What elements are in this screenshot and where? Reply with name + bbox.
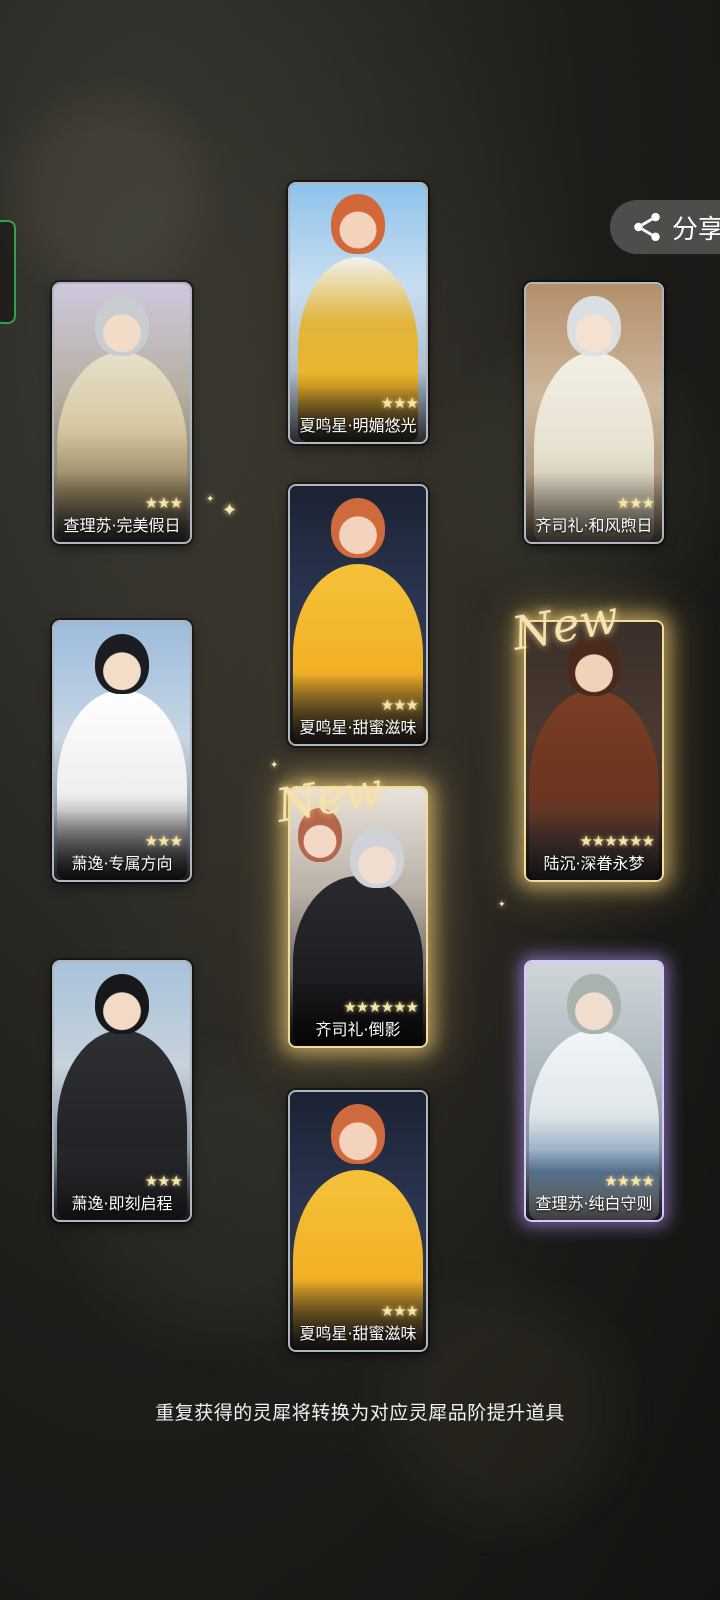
card-item[interactable]: ★★★ 查理苏·完美假日 — [52, 282, 192, 544]
card-item[interactable]: ★★★ 夏鸣星·甜蜜滋味 — [288, 484, 428, 746]
card-name: 陆沉·深眷永梦 — [543, 854, 645, 873]
card-item[interactable]: ★★★ 萧逸·专属方向 — [52, 620, 192, 882]
rarity-stars: ★★★ — [616, 494, 655, 512]
card-name: 萧逸·专属方向 — [71, 854, 173, 873]
share-button[interactable]: 分享 — [610, 200, 720, 254]
sparkle-icon: ✦ — [206, 494, 215, 505]
rarity-stars: ★★★★★★ — [343, 998, 419, 1016]
card-name: 夏鸣星·甜蜜滋味 — [299, 1324, 417, 1343]
sparkle-icon: ✦ — [270, 760, 279, 771]
card-name: 查理苏·完美假日 — [63, 516, 181, 535]
card-name: 萧逸·即刻启程 — [71, 1194, 173, 1213]
card-item[interactable]: ★★★ 夏鸣星·明媚悠光 — [288, 182, 428, 444]
rarity-stars: ★★★ — [380, 1302, 419, 1320]
rarity-stars: ★★★ — [380, 696, 419, 714]
card-item[interactable]: ★★★ 夏鸣星·甜蜜滋味 — [288, 1090, 428, 1352]
card-item[interactable]: ★★★★ 查理苏·纯白守则 — [524, 960, 664, 1222]
side-tab-handle[interactable] — [0, 220, 16, 324]
rarity-stars: ★★★★ — [604, 1172, 655, 1190]
card-name: 齐司礼·和风煦日 — [535, 516, 653, 535]
rarity-stars: ★★★ — [380, 394, 419, 412]
card-item[interactable]: ★★★★★★ 陆沉·深眷永梦 — [524, 620, 664, 882]
card-name: 夏鸣星·甜蜜滋味 — [299, 718, 417, 737]
share-label: 分享 — [672, 214, 720, 245]
rarity-stars: ★★★★★★ — [579, 832, 655, 850]
rarity-stars: ★★★ — [144, 832, 183, 850]
card-item[interactable]: ★★★ 齐司礼·和风煦日 — [524, 282, 664, 544]
card-name: 夏鸣星·明媚悠光 — [299, 416, 417, 435]
sparkle-icon: ✦ — [498, 900, 506, 910]
footer-note: 重复获得的灵犀将转换为对应灵犀品阶提升道具 — [155, 1402, 565, 1424]
card-name: 齐司礼·倒影 — [315, 1020, 401, 1039]
sparkle-icon: ✦ — [222, 500, 238, 521]
card-item[interactable]: ★★★ 萧逸·即刻启程 — [52, 960, 192, 1222]
share-icon — [634, 212, 660, 242]
rarity-stars: ★★★ — [144, 494, 183, 512]
card-name: 查理苏·纯白守则 — [535, 1194, 653, 1213]
rarity-stars: ★★★ — [144, 1172, 183, 1190]
